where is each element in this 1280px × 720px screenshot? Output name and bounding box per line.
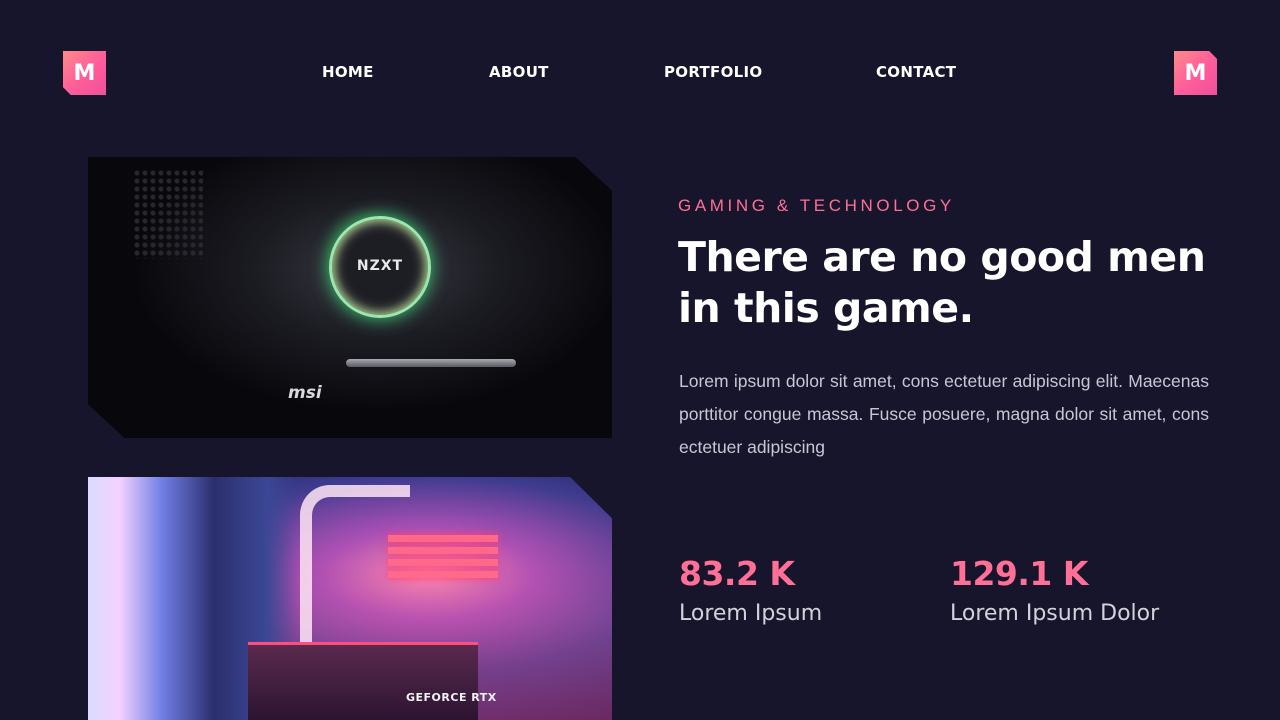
- gpu-brand-text: GEFORCE RTX: [406, 691, 497, 704]
- nav-contact[interactable]: CONTACT: [876, 63, 956, 81]
- brand-logo-left[interactable]: M: [63, 51, 106, 95]
- case-mesh-decoration: [133, 169, 203, 259]
- stat-label: Lorem Ipsum: [679, 601, 823, 626]
- nav-portfolio[interactable]: PORTFOLIO: [664, 63, 762, 81]
- page-headline: There are no good men in this game.: [678, 233, 1206, 332]
- ram-stick-glow: [388, 535, 498, 542]
- cooler-brand-text: NZXT: [356, 258, 404, 274]
- logo-letter: M: [1184, 60, 1207, 86]
- ram-stick-glow: [388, 547, 498, 554]
- stat-label: Lorem Ipsum Dolor: [950, 601, 1160, 626]
- nav-about[interactable]: ABOUT: [489, 63, 549, 81]
- ram-stick-glow: [388, 571, 498, 578]
- brand-logo-right[interactable]: M: [1174, 51, 1217, 95]
- nav-home[interactable]: HOME: [322, 63, 374, 81]
- hero-body-text: Lorem ipsum dolor sit amet, cons ectetue…: [679, 371, 1209, 457]
- stat-value: 83.2 K: [679, 554, 795, 593]
- ram-stick-glow: [388, 559, 498, 566]
- graphics-card: [248, 642, 478, 720]
- pc-interior-photo: NZXT msi: [88, 157, 612, 438]
- section-eyebrow: GAMING & TECHNOLOGY: [678, 196, 955, 215]
- cooling-pipe: [346, 359, 516, 367]
- stat-value: 129.1 K: [950, 554, 1088, 593]
- rgb-pc-photo: GEFORCE RTX: [88, 477, 612, 720]
- logo-letter: M: [73, 60, 96, 86]
- gpu-brand-text: msi: [288, 383, 322, 403]
